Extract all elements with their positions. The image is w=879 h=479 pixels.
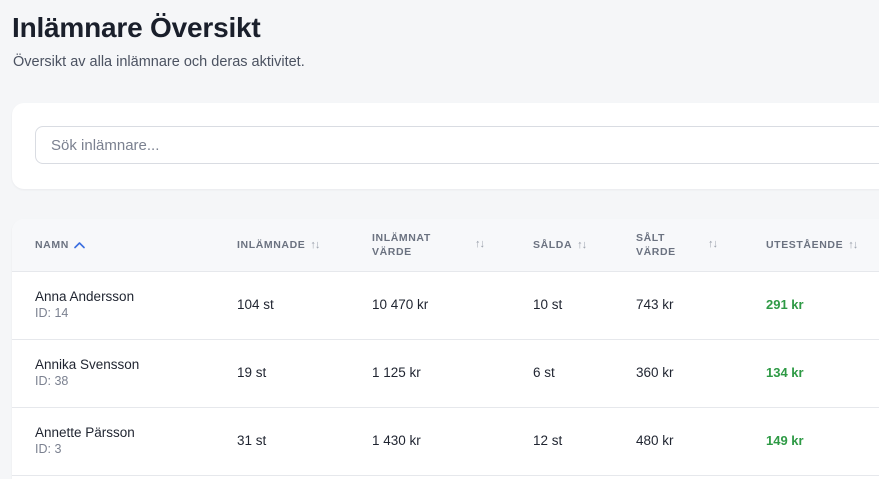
table-row[interactable]: Annette Pärsson ID: 3 31 st 1 430 kr 12 … [12, 408, 879, 476]
sold-value: 480 kr [636, 433, 674, 448]
submitted-value: 1 430 kr [372, 433, 421, 448]
submitter-name-cell: Annika Svensson ID: 38 [35, 357, 139, 388]
submitted-count: 104 st [237, 297, 274, 312]
column-header-sold-value[interactable]: SÅLT VÄRDE [636, 219, 706, 271]
page-subtitle: Översikt av alla inlämnare och deras akt… [13, 54, 305, 70]
search-input[interactable] [35, 126, 879, 164]
column-header-label-line1: SÅLT [636, 232, 666, 244]
submitted-value: 1 125 kr [372, 365, 421, 380]
outstanding-value: 291 kr [766, 297, 804, 312]
submitted-value: 10 470 kr [372, 297, 429, 312]
column-header-label: INLÄMNADE [237, 239, 306, 251]
submitter-name: Anna Andersson [35, 289, 135, 304]
submitted-count: 19 st [237, 365, 267, 380]
sold-value: 360 kr [636, 365, 674, 380]
column-header-label: INLÄMNAT VÄRDE [372, 231, 442, 259]
column-header-submitted[interactable]: INLÄMNADE ↑↓ [237, 219, 320, 271]
submitter-name: Annika Svensson [35, 357, 140, 372]
sold-count: 6 st [533, 365, 555, 380]
column-header-label: SÅLDA [533, 239, 573, 251]
chevron-up-icon [74, 238, 85, 252]
column-header-label-line2: VÄRDE [636, 246, 676, 258]
table-header: NAMN INLÄMNADE ↑↓ INLÄMNAT VÄRDE ↑↓ SÅLD… [12, 219, 879, 272]
column-header-outstanding[interactable]: UTESTÅENDE ↑↓ [766, 219, 858, 271]
submitter-name-cell: Annette Pärsson ID: 3 [35, 425, 135, 456]
sold-count: 10 st [533, 297, 563, 312]
outstanding-value: 134 kr [766, 365, 804, 380]
submitters-table: NAMN INLÄMNADE ↑↓ INLÄMNAT VÄRDE ↑↓ SÅLD… [12, 219, 879, 479]
sold-value: 743 kr [636, 297, 674, 312]
column-header-submitted-value[interactable]: INLÄMNAT VÄRDE [372, 219, 442, 271]
sort-icon[interactable]: ↑↓ [708, 238, 718, 250]
column-header-label-line1: INLÄMNAT [372, 232, 431, 244]
submitter-name-cell: Anna Andersson ID: 14 [35, 289, 134, 320]
sort-icon: ↑↓ [577, 239, 587, 251]
table-row[interactable]: Annika Svensson ID: 38 19 st 1 125 kr 6 … [12, 340, 879, 408]
outstanding-value: 149 kr [766, 433, 804, 448]
table-row[interactable]: Anna Andersson ID: 14 104 st 10 470 kr 1… [12, 272, 879, 340]
sort-icon: ↑↓ [848, 239, 858, 251]
column-header-sold[interactable]: SÅLDA ↑↓ [533, 219, 587, 271]
submitter-id: ID: 38 [35, 374, 69, 388]
column-header-label-line2: VÄRDE [372, 246, 412, 258]
sold-count: 12 st [533, 433, 563, 448]
submitters-overview-page: Inlämnare Översikt Översikt av alla inlä… [0, 0, 879, 479]
column-header-label: NAMN [35, 239, 69, 251]
sort-icon: ↑↓ [310, 239, 320, 251]
page-title: Inlämnare Översikt [12, 12, 261, 43]
sort-icon[interactable]: ↑↓ [475, 238, 485, 250]
submitter-name: Annette Pärsson [35, 425, 135, 440]
column-header-label: UTESTÅENDE [766, 239, 844, 251]
column-header-label: SÅLT VÄRDE [636, 231, 706, 259]
submitted-count: 31 st [237, 433, 267, 448]
submitter-id: ID: 3 [35, 442, 62, 456]
column-header-name[interactable]: NAMN [35, 219, 85, 271]
search-card [12, 103, 879, 189]
submitter-id: ID: 14 [35, 306, 69, 320]
